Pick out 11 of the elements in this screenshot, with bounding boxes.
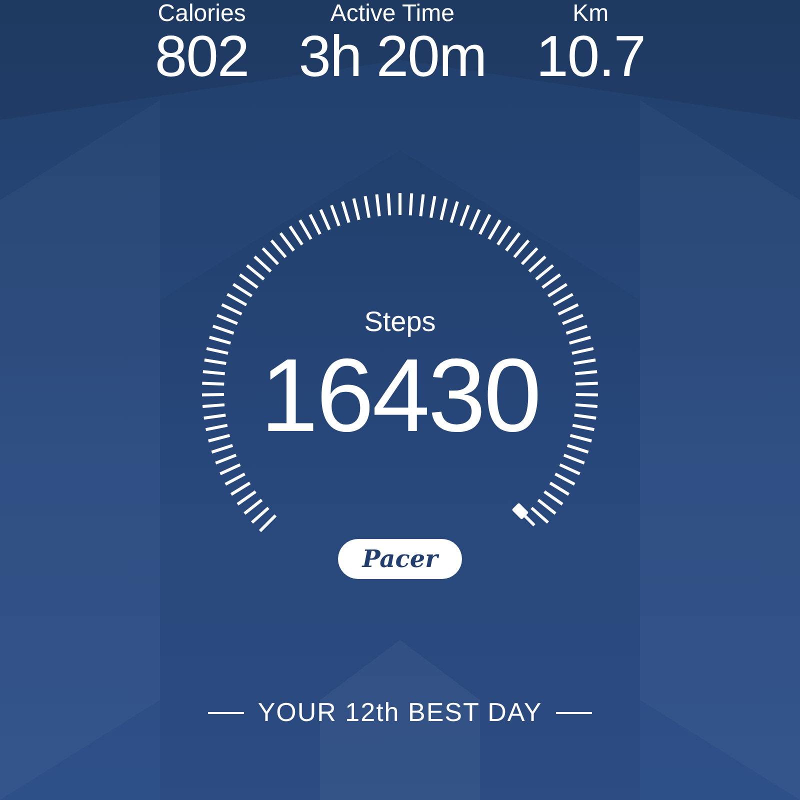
best-day-text: YOUR 12th BEST DAY — [258, 696, 542, 729]
app-logo: Pacer — [338, 539, 462, 579]
steps-count: 16430 — [260, 341, 540, 451]
stat-label: Km — [572, 0, 609, 28]
stat-value: 802 — [154, 28, 249, 86]
gauge-marker — [512, 502, 536, 526]
stat-value: 10.7 — [536, 28, 646, 86]
steps-label: Steps — [364, 305, 436, 339]
stat-label: Calories — [158, 0, 246, 28]
stat-label: Active Time — [330, 0, 454, 28]
stat-value: 3h 20m — [298, 28, 486, 86]
